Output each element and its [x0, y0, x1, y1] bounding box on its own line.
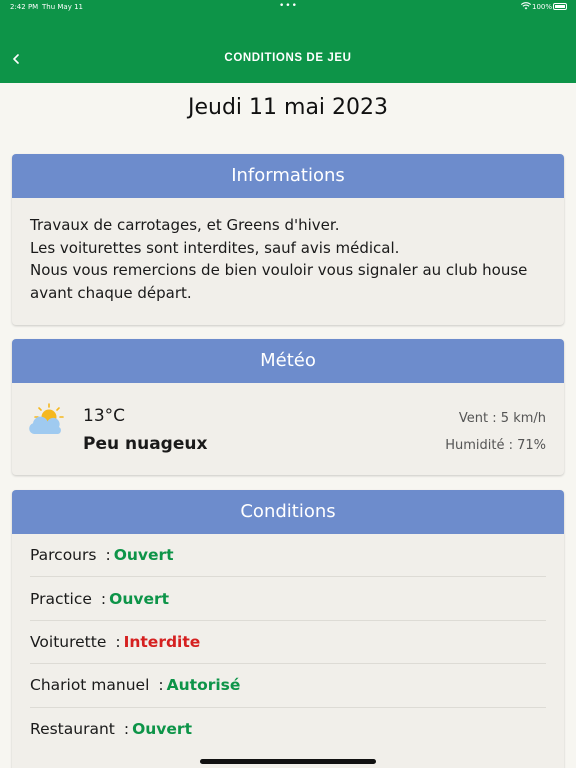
condition-row-restaurant: Restaurant : Ouvert — [30, 708, 546, 751]
partly-cloudy-icon — [29, 403, 64, 434]
page-title: CONDITIONS DE JEU — [224, 52, 352, 64]
info-line: Nous vous remercions de bien vouloir vou… — [30, 261, 528, 302]
conditions-card: Conditions Parcours : Ouvert Practice : … — [12, 490, 564, 768]
condition-separator: : — [100, 589, 107, 608]
wifi-icon — [521, 2, 531, 10]
condition-row-voiturette: Voiturette : Interdite — [30, 621, 546, 665]
battery-percent: 100% — [532, 3, 553, 11]
info-line: Les voiturettes sont interdites, sauf av… — [30, 238, 400, 257]
temperature: 13°C — [83, 406, 126, 426]
condition-separator: : — [115, 632, 121, 651]
condition-label: Restaurant — [30, 720, 115, 739]
meteo-header: Météo — [12, 339, 564, 383]
informations-header: Informations — [12, 154, 564, 198]
app-header: 2:42 PM Thu May 11 ••• 100% CONDITIONS D… — [0, 0, 576, 83]
condition-separator: : — [158, 676, 164, 695]
wind-speed: Vent : 5 km/h — [458, 411, 546, 426]
condition-row-parcours: Parcours : Ouvert — [30, 534, 546, 578]
condition-value: Ouvert — [132, 720, 192, 739]
condition-value: Autorisé — [166, 676, 241, 695]
home-indicator[interactable] — [200, 759, 376, 764]
date-heading: Jeudi 11 mai 2023 — [187, 95, 389, 120]
condition-row-chariot-manuel: Chariot manuel : Autorisé — [30, 664, 546, 708]
condition-row-practice: Practice : Ouvert — [30, 577, 546, 621]
info-line: Travaux de carrotages, et Greens d'hiver… — [30, 216, 340, 234]
humidity: Humidité : 71% — [445, 438, 546, 453]
condition-label: Chariot manuel — [30, 676, 150, 695]
battery-icon — [553, 3, 567, 10]
condition-label: Parcours — [30, 546, 97, 565]
informations-text: Travaux de carrotages, et Greens d'hiver… — [12, 198, 564, 304]
condition-value: Interdite — [123, 632, 201, 651]
meteo-card: Météo 13°C Peu nuageux Vent : 5 km/h Hum… — [12, 339, 564, 475]
status-time: 2:42 PM — [10, 3, 39, 11]
status-bar: 2:42 PM Thu May 11 ••• 100% — [0, 0, 576, 14]
informations-card: Informations Travaux de carrotages, et G… — [12, 154, 564, 325]
multitasking-dots[interactable]: ••• — [279, 1, 298, 11]
condition-value: Ouvert — [109, 589, 170, 608]
conditions-list: Parcours : Ouvert Practice : Ouvert Voit… — [12, 534, 564, 751]
sky-condition: Peu nuageux — [83, 434, 208, 454]
condition-value: Ouvert — [113, 546, 174, 565]
weather-body: 13°C Peu nuageux Vent : 5 km/h Humidité … — [12, 383, 564, 475]
condition-separator: : — [105, 546, 111, 565]
status-date: Thu May 11 — [42, 3, 83, 11]
conditions-header: Conditions — [12, 490, 564, 534]
condition-separator: : — [123, 720, 130, 739]
condition-label: Voiturette — [30, 632, 107, 651]
condition-label: Practice — [30, 589, 92, 608]
